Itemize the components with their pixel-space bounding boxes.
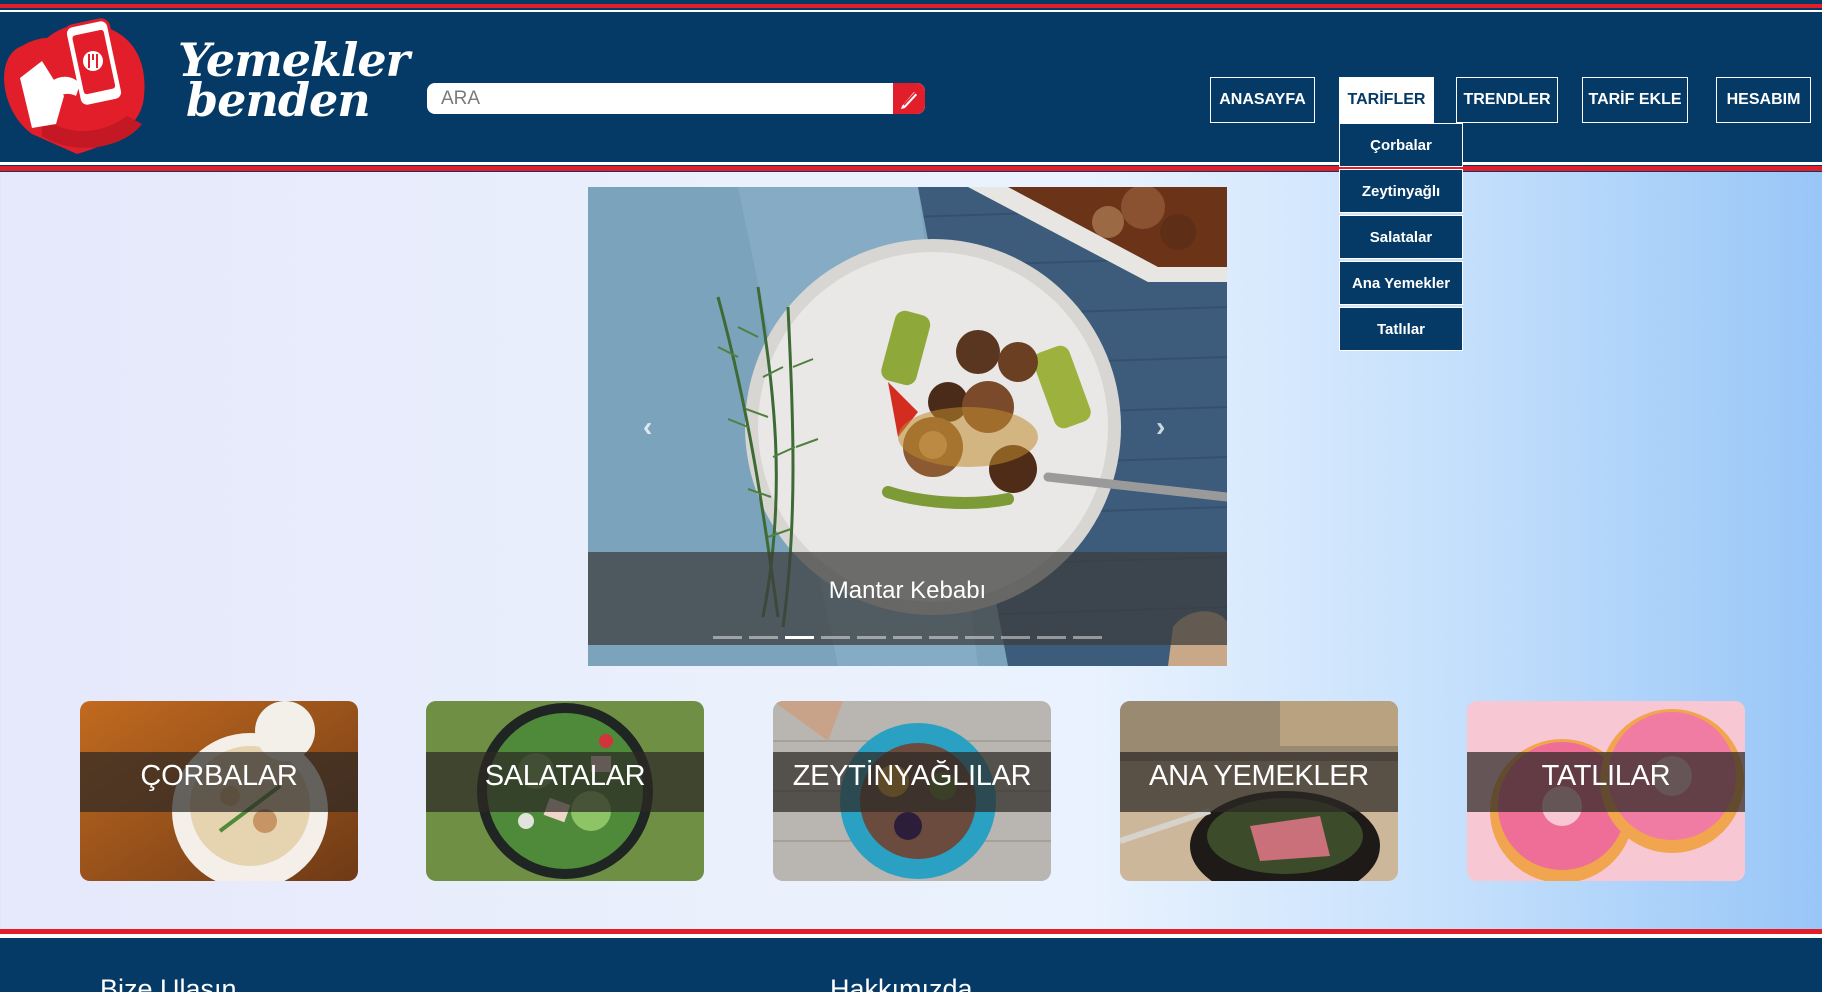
site-header: Yemekler benden ANASAYFA TARİFLER TRENDL… bbox=[0, 0, 1822, 172]
carousel-indicator[interactable] bbox=[821, 636, 850, 639]
pencil-search-icon bbox=[901, 91, 917, 109]
nav-home[interactable]: ANASAYFA bbox=[1210, 77, 1315, 123]
carousel-indicator[interactable] bbox=[1037, 636, 1066, 639]
category-label: TATLILAR bbox=[1541, 760, 1671, 792]
carousel-indicator[interactable] bbox=[749, 636, 778, 639]
dropdown-item-tatlilar[interactable]: Tatlılar bbox=[1339, 307, 1463, 351]
carousel-indicator[interactable] bbox=[1073, 636, 1102, 639]
footer-contact-heading: Bize Ulaşın bbox=[100, 974, 237, 992]
carousel-indicators bbox=[713, 636, 1102, 639]
header-stripe-white bbox=[0, 10, 1822, 12]
category-card-zeytinyaglilar[interactable]: ZEYTİNYAĞLILAR bbox=[773, 701, 1051, 881]
hand-phone-logo-icon[interactable] bbox=[2, 16, 147, 156]
search-bar bbox=[427, 83, 925, 114]
category-label: ANA YEMEKLER bbox=[1149, 760, 1369, 792]
recipes-dropdown-menu: Çorbalar Zeytinyağlı Salatalar Ana Yemek… bbox=[1339, 123, 1463, 353]
dropdown-item-zeytinyagli[interactable]: Zeytinyağlı bbox=[1339, 169, 1463, 213]
dropdown-item-corbalar[interactable]: Çorbalar bbox=[1339, 123, 1463, 167]
search-input[interactable] bbox=[427, 83, 887, 114]
image-carousel: Mantar Kebabı ‹ › bbox=[588, 187, 1227, 666]
nav-account[interactable]: HESABIM bbox=[1716, 77, 1811, 123]
category-card-corbalar[interactable]: ÇORBALAR bbox=[80, 701, 358, 881]
chevron-left-icon[interactable]: ‹ bbox=[643, 411, 652, 443]
brand-name[interactable]: Yemekler benden bbox=[178, 37, 410, 123]
footer-about-heading: Hakkımızda bbox=[830, 974, 973, 992]
carousel-indicator[interactable] bbox=[713, 636, 742, 639]
header-bottom-stripe-red bbox=[0, 166, 1822, 171]
category-label: ZEYTİNYAĞLILAR bbox=[792, 760, 1032, 792]
category-card-salatalar[interactable]: SALATALAR bbox=[426, 701, 704, 881]
nav-add-recipe[interactable]: TARİF EKLE bbox=[1582, 77, 1688, 123]
carousel-indicator-active[interactable] bbox=[785, 636, 814, 639]
category-card-tatlilar[interactable]: TATLILAR bbox=[1467, 701, 1745, 881]
slide-caption: Mantar Kebabı bbox=[828, 577, 987, 604]
dropdown-item-ana-yemekler[interactable]: Ana Yemekler bbox=[1339, 261, 1463, 305]
nav-recipes[interactable]: TARİFLER bbox=[1339, 77, 1434, 123]
header-bottom-stripe-white bbox=[0, 162, 1822, 165]
dropdown-item-salatalar[interactable]: Salatalar bbox=[1339, 215, 1463, 259]
site-footer: Bize Ulaşın Hakkımızda bbox=[0, 938, 1822, 992]
carousel-indicator[interactable] bbox=[893, 636, 922, 639]
header-stripe-red bbox=[0, 4, 1822, 8]
category-label: SALATALAR bbox=[484, 760, 646, 792]
category-label: ÇORBALAR bbox=[140, 760, 298, 792]
carousel-indicator[interactable] bbox=[965, 636, 994, 639]
carousel-indicator[interactable] bbox=[1001, 636, 1030, 639]
nav-trends[interactable]: TRENDLER bbox=[1456, 77, 1558, 123]
chevron-right-icon[interactable]: › bbox=[1156, 411, 1165, 443]
search-button[interactable] bbox=[893, 83, 925, 114]
carousel-indicator[interactable] bbox=[857, 636, 886, 639]
category-card-ana-yemekler[interactable]: ANA YEMEKLER bbox=[1120, 701, 1398, 881]
carousel-indicator[interactable] bbox=[929, 636, 958, 639]
